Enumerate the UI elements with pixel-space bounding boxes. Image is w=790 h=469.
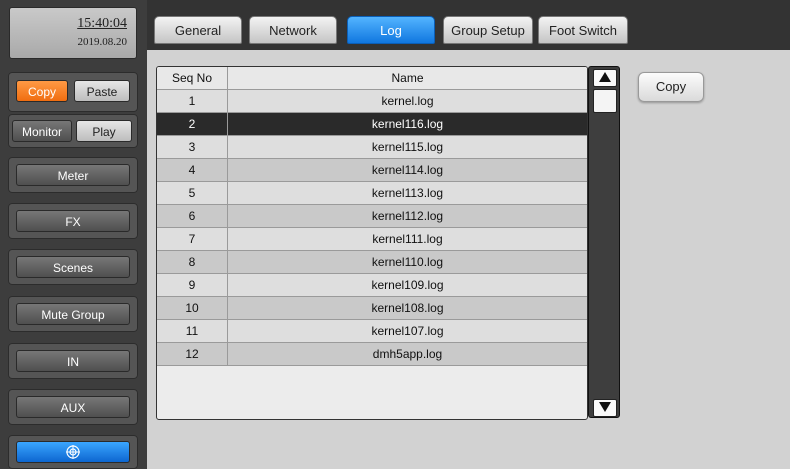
clock-date: 2019.08.20	[77, 36, 128, 48]
seq-no-cell: 5	[157, 182, 228, 204]
seq-no-cell: 6	[157, 205, 228, 227]
aux-group: AUX	[8, 389, 138, 425]
copy-paste-group: Copy Paste	[8, 72, 138, 112]
tab-log[interactable]: Log	[347, 16, 435, 44]
name-cell: kernel111.log	[372, 232, 443, 246]
seq-no-cell: 1	[157, 90, 228, 112]
table-header: Seq No Name	[157, 67, 587, 90]
table-row[interactable]: 11 kernel107.log	[157, 320, 587, 343]
table-row[interactable]: 5 kernel113.log	[157, 182, 587, 205]
name-cell: kernel109.log	[371, 278, 444, 292]
fx-button[interactable]: FX	[16, 210, 130, 232]
tab-bar: General Network Log Group Setup Foot Swi…	[147, 0, 790, 50]
copy-log-button[interactable]: Copy	[638, 72, 704, 102]
table-row[interactable]: 12 dmh5app.log	[157, 343, 587, 366]
name-cell: dmh5app.log	[372, 347, 443, 361]
table-row[interactable]: 6 kernel112.log	[157, 205, 587, 228]
triangle-up-icon	[599, 72, 611, 82]
name-cell: kernel114.log	[371, 163, 444, 177]
scenes-button[interactable]: Scenes	[16, 256, 130, 278]
name-cell: kernel116.log	[371, 117, 444, 131]
play-button[interactable]: Play	[76, 120, 132, 142]
name-cell: kernel108.log	[371, 301, 444, 315]
scroll-down-button[interactable]	[593, 399, 617, 417]
tab-general[interactable]: General	[154, 16, 242, 44]
target-icon	[66, 445, 80, 459]
seq-no-cell: 12	[157, 343, 228, 365]
table-row[interactable]: 3 kernel115.log	[157, 136, 587, 159]
table-row[interactable]: 7 kernel111.log	[157, 228, 587, 251]
name-cell: kernel112.log	[371, 209, 444, 223]
tab-group-setup[interactable]: Group Setup	[443, 16, 533, 44]
tab-network[interactable]: Network	[249, 16, 337, 44]
seq-no-cell: 11	[157, 320, 228, 342]
monitor-button[interactable]: Monitor	[12, 120, 72, 142]
name-cell: kernel107.log	[371, 324, 444, 338]
scenes-group: Scenes	[8, 249, 138, 285]
name-cell: kernel113.log	[371, 186, 444, 200]
clock-display: 15:40:04 2019.08.20	[9, 7, 137, 59]
paste-button[interactable]: Paste	[74, 80, 130, 102]
in-button[interactable]: IN	[16, 350, 130, 372]
meter-button[interactable]: Meter	[16, 164, 130, 186]
seq-no-cell: 2	[157, 113, 228, 135]
name-cell: kernel110.log	[371, 255, 444, 269]
tab-foot-switch[interactable]: Foot Switch	[538, 16, 628, 44]
clock-time: 15:40:04	[77, 16, 127, 31]
table-row[interactable]: 8 kernel110.log	[157, 251, 587, 274]
in-group: IN	[8, 343, 138, 379]
table-row[interactable]: 4 kernel114.log	[157, 159, 587, 182]
seq-no-cell: 9	[157, 274, 228, 296]
home-button[interactable]	[16, 441, 130, 463]
home-group	[8, 435, 138, 469]
scroll-up-button[interactable]	[593, 69, 617, 87]
mute-group-button[interactable]: Mute Group	[16, 303, 130, 325]
name-cell: kernel.log	[381, 94, 434, 108]
table-row[interactable]: 2 kernel116.log	[157, 113, 587, 136]
table-row[interactable]: 1 kernel.log	[157, 90, 587, 113]
monitor-play-group: Monitor Play	[8, 114, 138, 148]
seq-no-header: Seq No	[157, 67, 228, 89]
copy-button[interactable]: Copy	[16, 80, 68, 102]
seq-no-cell: 10	[157, 297, 228, 319]
table-row[interactable]: 9 kernel109.log	[157, 274, 587, 297]
name-header: Name	[391, 71, 424, 85]
seq-no-cell: 8	[157, 251, 228, 273]
seq-no-cell: 4	[157, 159, 228, 181]
name-cell: kernel115.log	[371, 140, 444, 154]
scroll-thumb[interactable]	[593, 89, 617, 113]
fx-group: FX	[8, 203, 138, 239]
triangle-down-icon	[599, 402, 611, 412]
scrollbar[interactable]	[588, 66, 620, 418]
sidebar: 15:40:04 2019.08.20 Copy Paste Monitor P…	[0, 0, 147, 469]
log-table: Seq No Name 1 kernel.log 2 kernel116.log 3 ke…	[156, 66, 588, 420]
seq-no-cell: 3	[157, 136, 228, 158]
table-row[interactable]: 10 kernel108.log	[157, 297, 587, 320]
seq-no-cell: 7	[157, 228, 228, 250]
meter-group: Meter	[8, 157, 138, 193]
mute-group-group: Mute Group	[8, 296, 138, 332]
aux-button[interactable]: AUX	[16, 396, 130, 418]
